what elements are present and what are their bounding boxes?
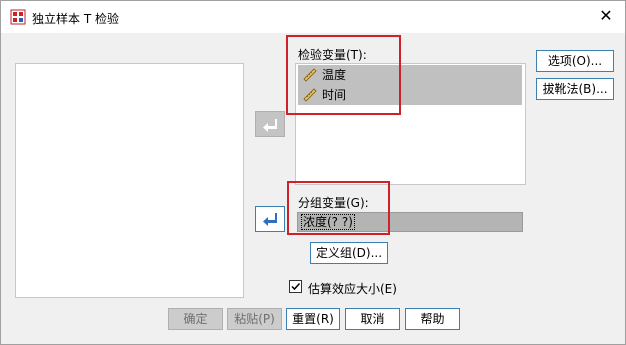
spss-app-icon bbox=[10, 9, 26, 25]
close-icon[interactable]: ✕ bbox=[593, 5, 619, 27]
source-variable-list[interactable] bbox=[15, 63, 244, 298]
bootstrap-button[interactable]: 拔靴法(B)... bbox=[536, 78, 614, 100]
paste-button[interactable]: 粘贴(P) bbox=[227, 308, 282, 330]
move-to-test-variables-button[interactable] bbox=[255, 111, 285, 137]
arrow-left-icon bbox=[263, 213, 277, 226]
help-button[interactable]: 帮助 bbox=[405, 308, 460, 330]
window-title: 独立样本 T 检验 bbox=[32, 12, 119, 26]
highlight-box-test-variables bbox=[286, 35, 401, 115]
cancel-button[interactable]: 取消 bbox=[345, 308, 400, 330]
reset-button[interactable]: 重置(R) bbox=[286, 308, 340, 330]
options-button[interactable]: 选项(O)... bbox=[536, 50, 614, 72]
effect-size-label[interactable]: 估算效应大小(E) bbox=[308, 280, 397, 297]
highlight-box-grouping-variable bbox=[287, 181, 390, 235]
ok-button[interactable]: 确定 bbox=[168, 308, 223, 330]
checkmark-icon bbox=[291, 282, 301, 291]
move-to-grouping-variable-button[interactable] bbox=[255, 206, 285, 232]
independent-samples-t-test-dialog: 独立样本 T 检验 ✕ 检验变量(T): 温度 时间 选项(O)... 拔靴法( bbox=[0, 0, 626, 345]
effect-size-checkbox[interactable] bbox=[289, 280, 302, 293]
arrow-left-icon bbox=[263, 119, 277, 132]
define-groups-button[interactable]: 定义组(D)... bbox=[310, 242, 388, 264]
title-bar: 独立样本 T 检验 ✕ bbox=[1, 1, 625, 33]
